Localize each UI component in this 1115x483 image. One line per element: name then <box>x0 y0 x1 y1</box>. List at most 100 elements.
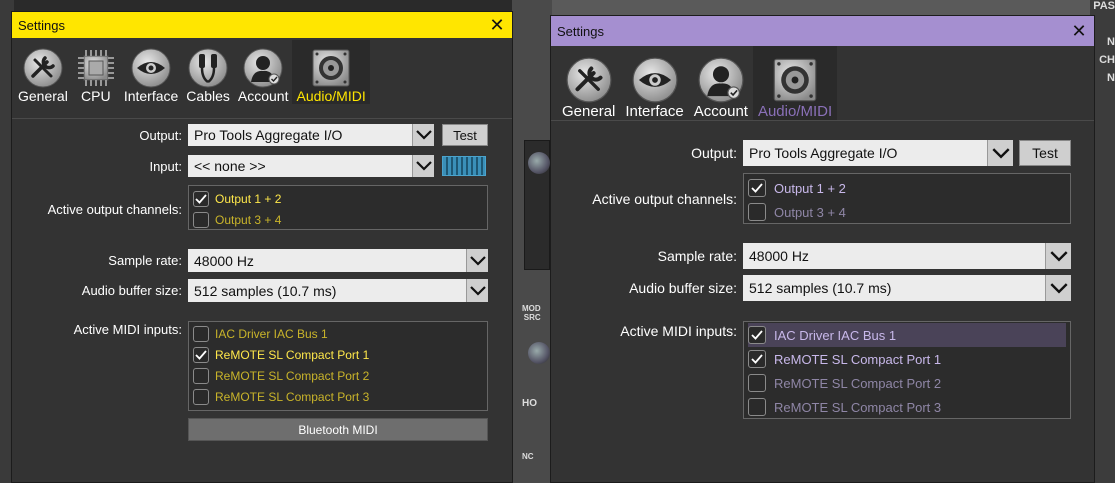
cpu-chip-icon <box>76 48 116 88</box>
output-channel-item[interactable]: Output 1 + 2 <box>193 188 483 209</box>
tab-label: Interface <box>625 103 684 120</box>
buffer-size-label: Audio buffer size: <box>81 283 182 298</box>
checkbox-unchecked[interactable] <box>193 325 209 342</box>
item-label: IAC Driver IAC Bus 1 <box>215 326 328 341</box>
background-label: HO <box>522 398 537 409</box>
speaker-icon <box>772 57 818 103</box>
test-button[interactable]: Test <box>442 124 488 146</box>
output-channel-item[interactable]: Output 3 + 4 <box>748 200 1066 224</box>
midi-input-item[interactable]: IAC Driver IAC Bus 1 <box>748 323 1066 347</box>
eye-icon <box>632 57 678 103</box>
tab-account[interactable]: Account <box>234 40 293 104</box>
sample-rate-row: Sample rate: 48000 Hz <box>551 243 1071 269</box>
tab-label: Cables <box>186 88 230 104</box>
checkbox-checked[interactable] <box>748 326 766 344</box>
checkbox-checked[interactable] <box>748 350 766 368</box>
tab-label: CPU <box>81 88 111 104</box>
midi-input-item[interactable]: ReMOTE SL Compact Port 2 <box>748 371 1066 395</box>
checkbox-unchecked[interactable] <box>193 211 209 228</box>
chevron-down-icon <box>466 279 488 302</box>
sample-rate-label: Sample rate: <box>657 248 737 264</box>
sample-rate-label: Sample rate: <box>108 253 182 268</box>
active-outputs-list: Output 1 + 2 Output 3 + 4 <box>188 185 488 230</box>
user-account-icon <box>243 48 283 88</box>
tab-general[interactable]: General <box>557 46 620 120</box>
tab-audio-midi[interactable]: Audio/MIDI <box>292 40 370 104</box>
tab-label: Interface <box>123 88 179 104</box>
background-app-middle: MOD SRC HO NC <box>512 0 552 483</box>
sample-rate-select[interactable]: 48000 Hz <box>743 243 1071 269</box>
midi-input-item[interactable]: ReMOTE SL Compact Port 1 <box>193 344 483 365</box>
background-knob <box>528 342 550 364</box>
checkbox-unchecked[interactable] <box>193 388 209 405</box>
active-outputs-list: Output 1 + 2 Output 3 + 4 <box>743 173 1071 224</box>
midi-input-item[interactable]: ReMOTE SL Compact Port 3 <box>748 395 1066 419</box>
wrench-screwdriver-icon <box>566 57 612 103</box>
item-label: Output 1 + 2 <box>774 180 846 196</box>
chevron-down-icon <box>412 124 434 146</box>
item-label: ReMOTE SL Compact Port 1 <box>215 347 370 362</box>
midi-input-item[interactable]: ReMOTE SL Compact Port 3 <box>193 386 483 407</box>
output-select[interactable]: Pro Tools Aggregate I/O <box>743 140 1013 166</box>
output-label: Output: <box>139 127 182 143</box>
wrench-screwdriver-icon <box>23 48 63 88</box>
output-select[interactable]: Pro Tools Aggregate I/O <box>188 124 434 146</box>
checkbox-unchecked[interactable] <box>193 367 209 384</box>
settings-window-purple: Settings ✕ General Interface Account Audio/… <box>550 15 1095 483</box>
sample-rate-value: 48000 Hz <box>194 252 254 269</box>
tab-cables[interactable]: Cables <box>182 40 234 104</box>
divider <box>12 118 512 119</box>
midi-inputs-label: Active MIDI inputs: <box>620 323 737 339</box>
buffer-size-label: Audio buffer size: <box>629 280 737 296</box>
background-label: CH <box>1099 54 1115 66</box>
midi-input-item[interactable]: ReMOTE SL Compact Port 2 <box>193 365 483 386</box>
checkbox-unchecked[interactable] <box>748 203 766 221</box>
background-label: MOD SRC <box>522 304 541 322</box>
output-channel-item[interactable]: Output 1 + 2 <box>748 176 1066 200</box>
input-select[interactable]: << none >> <box>188 155 434 177</box>
midi-input-item[interactable]: IAC Driver IAC Bus 1 <box>193 323 483 344</box>
tab-label: General <box>562 103 616 120</box>
item-label: ReMOTE SL Compact Port 1 <box>774 351 942 367</box>
title-bar[interactable]: Settings ✕ <box>12 12 512 38</box>
title-bar[interactable]: Settings ✕ <box>551 16 1094 46</box>
tab-cpu[interactable]: CPU <box>72 40 120 104</box>
close-button[interactable]: ✕ <box>1070 22 1088 40</box>
input-label: Input: <box>149 158 182 174</box>
output-channel-item[interactable]: Output 3 + 4 <box>193 209 483 230</box>
close-button[interactable]: ✕ <box>488 16 506 34</box>
tab-interface[interactable]: Interface <box>620 46 688 120</box>
sample-rate-select[interactable]: 48000 Hz <box>188 249 488 272</box>
window-title: Settings <box>18 17 65 33</box>
speaker-icon <box>311 48 351 88</box>
checkbox-unchecked[interactable] <box>748 374 766 392</box>
checkbox-checked[interactable] <box>193 346 209 363</box>
midi-input-item[interactable]: ReMOTE SL Compact Port 1 <box>748 347 1066 371</box>
item-label: ReMOTE SL Compact Port 2 <box>774 375 942 391</box>
chevron-down-icon <box>1045 243 1071 269</box>
buffer-size-value: 512 samples (10.7 ms) <box>749 280 892 296</box>
background-label: PAS <box>1093 0 1115 12</box>
sample-rate-value: 48000 Hz <box>749 248 809 264</box>
tab-label: General <box>18 88 68 104</box>
buffer-size-select[interactable]: 512 samples (10.7 ms) <box>743 275 1071 301</box>
audio-cable-icon <box>188 48 228 88</box>
test-button[interactable]: Test <box>1019 140 1071 166</box>
tab-account[interactable]: Account <box>689 46 753 120</box>
item-label: Output 3 + 4 <box>215 212 282 227</box>
checkbox-checked[interactable] <box>193 190 209 207</box>
tab-audio-midi[interactable]: Audio/MIDI <box>752 46 838 120</box>
chevron-down-icon <box>987 140 1013 166</box>
input-row: Input: << none >> <box>12 155 486 177</box>
checkbox-unchecked[interactable] <box>748 398 766 416</box>
bluetooth-midi-button[interactable]: Bluetooth MIDI <box>188 418 488 441</box>
tab-general[interactable]: General <box>14 40 72 104</box>
user-account-icon <box>698 57 744 103</box>
checkbox-checked[interactable] <box>748 179 766 197</box>
tab-interface[interactable]: Interface <box>120 40 182 104</box>
output-label: Output: <box>691 145 737 161</box>
midi-inputs-list: IAC Driver IAC Bus 1 ReMOTE SL Compact Po… <box>743 321 1071 419</box>
buffer-size-select[interactable]: 512 samples (10.7 ms) <box>188 279 488 302</box>
midi-inputs-list: IAC Driver IAC Bus 1 ReMOTE SL Compact Po… <box>188 321 488 411</box>
midi-inputs-label: Active MIDI inputs: <box>73 322 182 337</box>
